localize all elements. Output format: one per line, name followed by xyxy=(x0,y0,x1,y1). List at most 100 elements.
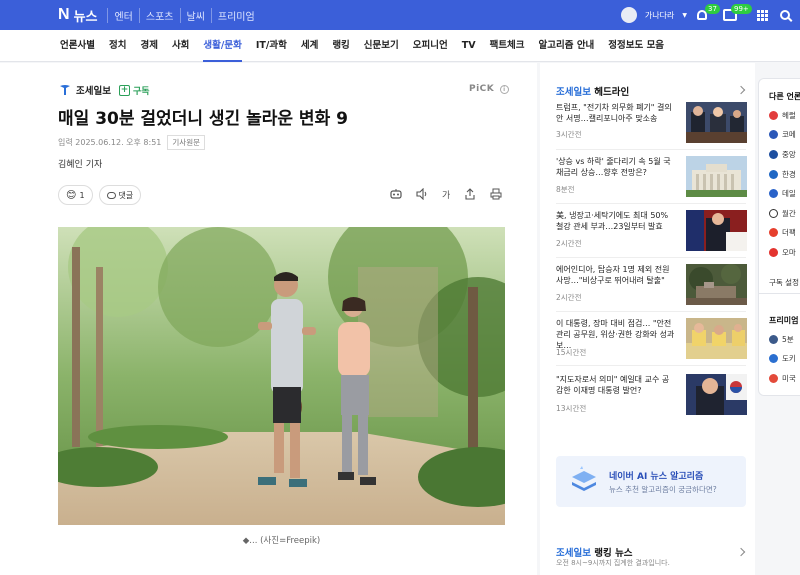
reporter-name[interactable]: 김혜인 기자 xyxy=(58,157,102,170)
notification-button[interactable]: 99+ xyxy=(721,4,752,22)
headline-thumbnail xyxy=(686,210,747,251)
tab-tv[interactable]: TV xyxy=(462,30,476,62)
premium-item-label: 도키 xyxy=(782,354,796,363)
mail-button[interactable]: 37 xyxy=(695,4,720,22)
premium-item[interactable]: 미국 xyxy=(769,373,796,384)
robot-summary-icon[interactable] xyxy=(390,188,402,203)
divider xyxy=(759,293,800,294)
press-logo-icon xyxy=(769,248,778,257)
original-article-button[interactable]: 기사원문 xyxy=(167,135,205,150)
tab-press[interactable]: 언론사별 xyxy=(60,30,95,62)
avatar[interactable] xyxy=(620,7,637,23)
mail-badge: 37 xyxy=(705,4,720,14)
headline-item[interactable]: "지도자로서 의미" 예일대 교수 공감한 이재명 대통령 발언? 13시간전 xyxy=(556,374,747,422)
headline-item[interactable]: 이 대통령, 장마 대비 점검… "안전관리 공무원, 위상·권한 강화와 성과… xyxy=(556,318,747,366)
press-item-label: 중앙 xyxy=(782,150,796,159)
headline-item[interactable]: 에어인디아, 탑승자 1명 제외 전원 사망…"비상구로 뛰어내려 탈출" 2시… xyxy=(556,264,747,312)
print-icon[interactable] xyxy=(490,188,502,203)
ai-banner-title: 네이버 AI 뉴스 알고리즘 xyxy=(609,472,704,482)
premium-logo-icon xyxy=(769,335,778,344)
press-logo-icon[interactable] xyxy=(58,84,72,96)
premium-item[interactable]: 5분 xyxy=(769,334,794,345)
press-info: 조세일보 + 구독 xyxy=(58,83,150,97)
tab-it-science[interactable]: IT/과학 xyxy=(256,30,287,62)
subscribe-button[interactable]: + 구독 xyxy=(118,84,150,97)
font-size-icon[interactable]: 가 xyxy=(442,188,450,203)
top-nav-sports[interactable]: 스포츠 xyxy=(138,7,180,23)
subscribe-label: 구독 xyxy=(132,86,150,97)
press-name[interactable]: 조세일보 xyxy=(76,83,111,97)
user-name[interactable]: 가나다라 xyxy=(645,10,674,21)
ai-banner-subtitle: 뉴스 추천 알고리즘이 궁금하다면? xyxy=(609,485,717,494)
press-item[interactable]: 데일 xyxy=(769,188,796,199)
headline-item[interactable]: 트럼프, "전기차 의무화 폐기" 결의안 서명…캘리포니아주 맞소송 3시간전 xyxy=(556,102,747,150)
tab-world[interactable]: 세계 xyxy=(301,30,318,62)
article-tools: 가 xyxy=(390,187,502,203)
share-icon[interactable] xyxy=(464,188,476,203)
premium-item[interactable]: 도키 xyxy=(769,353,796,364)
headline-time: 15시간전 xyxy=(556,348,587,357)
pick-badge[interactable]: PiCK i xyxy=(469,84,509,94)
headline-title: 美, 냉장고·세탁기에도 최대 50% 철강 관세 부과…23일부터 발효 xyxy=(556,211,669,231)
tab-corrections[interactable]: 정정보도 모음 xyxy=(608,30,664,62)
tab-society[interactable]: 사회 xyxy=(172,30,189,62)
ai-algorithm-banner[interactable]: 네이버 AI 뉴스 알고리즘 뉴스 추천 알고리즘이 궁금하다면? xyxy=(556,456,746,507)
press-item-label: 한경 xyxy=(782,170,796,179)
comment-button[interactable]: 댓글 xyxy=(98,185,142,205)
headline-thumbnail xyxy=(686,318,747,359)
tab-economy[interactable]: 경제 xyxy=(140,30,157,62)
headline-title: '상승 vs 하락' 줄다리기 속 5월 국채금리 상승…향후 전망은? xyxy=(556,157,671,177)
premium-logo-icon xyxy=(769,374,778,383)
headline-thumbnail xyxy=(686,374,747,415)
notification-badge: 99+ xyxy=(731,4,752,14)
tab-life-culture[interactable]: 생활/문화 xyxy=(203,30,242,62)
chevron-down-icon[interactable]: ▼ xyxy=(682,12,687,19)
search-icon[interactable] xyxy=(780,10,790,20)
premium-item-label: 5분 xyxy=(782,335,794,344)
speaker-icon[interactable] xyxy=(416,187,428,203)
headline-thumbnail xyxy=(686,156,747,197)
top-nav: 엔터 스포츠 날씨 프리미엄 xyxy=(107,7,261,23)
press-item[interactable]: 더팩 xyxy=(769,227,796,238)
ranking-section-title[interactable]: 조세일보 랭킹 뉴스 xyxy=(556,545,633,559)
comment-label: 댓글 xyxy=(118,190,134,200)
press-item[interactable]: 한경 xyxy=(769,169,796,180)
tab-algorithm[interactable]: 알고리즘 안내 xyxy=(539,30,595,62)
premium-item-label: 미국 xyxy=(782,374,796,383)
tab-ranking[interactable]: 랭킹 xyxy=(332,30,349,62)
top-nav-weather[interactable]: 날씨 xyxy=(179,7,211,23)
reaction-button[interactable]: 😊 1 xyxy=(58,185,93,205)
tab-politics[interactable]: 정치 xyxy=(109,30,126,62)
top-nav-entertainment[interactable]: 엔터 xyxy=(107,7,138,23)
headline-title: "지도자로서 의미" 예일대 교수 공감한 이재명 대통령 발언? xyxy=(556,375,670,395)
press-item[interactable]: 헤럴 xyxy=(769,110,796,121)
press-item-label: 코메 xyxy=(782,130,796,139)
other-press-panel: 다른 언론사 헤럴 코메 중앙 한경 데일 월간 더팩 오마 구독 설정 프리미… xyxy=(758,78,800,396)
press-item-label: 오마 xyxy=(782,248,796,257)
press-logo-icon xyxy=(769,170,778,179)
press-logo-icon xyxy=(769,150,778,159)
headline-item[interactable]: '상승 vs 하락' 줄다리기 속 5월 국채금리 상승…향후 전망은? 8분전 xyxy=(556,156,747,204)
tab-newspaper[interactable]: 신문보기 xyxy=(364,30,399,62)
algorithm-stack-icon xyxy=(572,466,596,491)
plus-icon: + xyxy=(118,84,130,96)
ranking-subtitle: 오전 8시~9시까지 집계한 결과입니다. xyxy=(556,559,670,567)
press-item-label: 더팩 xyxy=(782,228,796,237)
subscription-settings-link[interactable]: 구독 설정 xyxy=(769,277,799,288)
tab-opinion[interactable]: 오피니언 xyxy=(413,30,448,62)
top-nav-premium[interactable]: 프리미엄 xyxy=(210,7,261,23)
headline-item[interactable]: 美, 냉장고·세탁기에도 최대 50% 철강 관세 부과…23일부터 발효 2시… xyxy=(556,210,747,258)
headline-press: 조세일보 xyxy=(556,87,591,98)
tab-factcheck[interactable]: 팩트체크 xyxy=(490,30,525,62)
headline-time: 8분전 xyxy=(556,185,575,194)
info-icon[interactable]: i xyxy=(499,85,509,94)
press-item[interactable]: 오마 xyxy=(769,247,796,258)
press-item[interactable]: 코메 xyxy=(769,129,796,140)
headline-time: 3시간전 xyxy=(556,130,582,139)
press-item[interactable]: 중앙 xyxy=(769,149,796,160)
press-item[interactable]: 월간 xyxy=(769,208,796,219)
naver-news-logo[interactable]: N 뉴스 xyxy=(58,6,97,25)
apps-grid-icon[interactable] xyxy=(757,9,768,21)
article-photo xyxy=(58,227,505,525)
headline-section-title[interactable]: 조세일보 헤드라인 xyxy=(556,84,629,98)
